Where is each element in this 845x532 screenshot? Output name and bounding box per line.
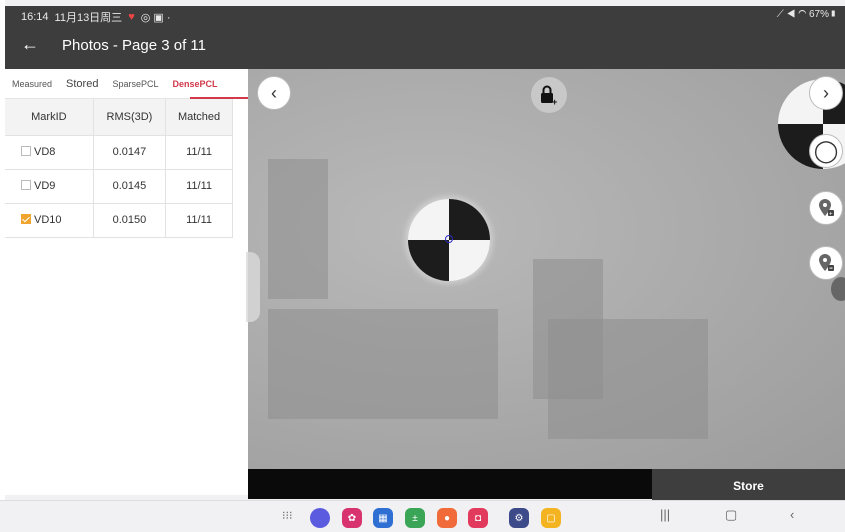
photo-viewer[interactable]: ‹ + › ◯ + xyxy=(248,69,845,469)
mark-id-cell: VD9 xyxy=(5,169,94,204)
marks-table: MarkID RMS(3D) Matched VD8 0.0147 11/11 … xyxy=(5,99,233,238)
system-taskbar: ⁝⁝⁝ ✿ ▦ ± ● ◘ ⚙ ▢ ||| ▢ ‹ xyxy=(0,500,845,532)
mark-id: VD9 xyxy=(34,180,56,192)
notification-icons: ♥ xyxy=(128,11,135,23)
table-header: MarkID RMS(3D) Matched xyxy=(5,99,233,136)
app-drawer-icon[interactable]: ⁝⁝⁝ xyxy=(282,509,293,522)
table-row[interactable]: VD10 0.0150 11/11 xyxy=(5,203,233,238)
contacts-app-icon[interactable]: ● xyxy=(437,508,457,528)
camera-app-icon[interactable]: ◘ xyxy=(468,508,488,528)
mark-id: VD8 xyxy=(34,146,56,158)
marks-panel: Measured Stored SparsePCL DensePCL MarkI… xyxy=(5,69,248,495)
matched-cell: 11/11 xyxy=(165,169,233,204)
svg-text:+: + xyxy=(829,212,833,218)
mark-id-cell: VD8 xyxy=(5,135,94,170)
target-center-marker[interactable] xyxy=(445,235,453,243)
rms-cell: 0.0147 xyxy=(93,135,167,170)
settings-app-icon[interactable]: ⚙ xyxy=(509,508,529,528)
chevron-left-icon[interactable]: ‹ xyxy=(257,76,291,110)
home-icon[interactable]: ▢ xyxy=(725,507,737,523)
rms-cell: 0.0150 xyxy=(93,203,167,238)
rms-cell: 0.0145 xyxy=(93,169,167,204)
chevron-right-icon[interactable]: › xyxy=(809,76,843,110)
notification-icons-2: ◎ ▣ · xyxy=(140,11,171,24)
table-row[interactable]: VD8 0.0147 11/11 xyxy=(5,135,233,170)
recent-apps-icon[interactable]: ||| xyxy=(660,507,670,522)
image-shadow xyxy=(268,309,498,419)
matched-cell: 11/11 xyxy=(165,135,233,170)
column-markid: MarkID xyxy=(5,99,94,136)
notes-app-icon[interactable]: ▢ xyxy=(541,508,561,528)
lock-add-icon[interactable]: + xyxy=(531,77,567,113)
remove-point-icon[interactable] xyxy=(809,246,843,280)
calendar-app-icon[interactable]: ▦ xyxy=(373,508,393,528)
tab-bar: Measured Stored SparsePCL DensePCL xyxy=(5,69,248,99)
status-right: ⟋ ◀ ◠ 67%▮ xyxy=(777,9,837,20)
gallery-app-icon[interactable]: ✿ xyxy=(342,508,362,528)
image-shadow xyxy=(548,319,708,439)
row-checkbox[interactable] xyxy=(21,180,31,190)
table-row[interactable]: VD9 0.0145 11/11 xyxy=(5,169,233,204)
back-nav-icon[interactable]: ‹ xyxy=(790,507,794,522)
header-bar: 16:14 11月13日周三 ♥ ◎ ▣ · ⟋ ◀ ◠ 67%▮ ← Phot… xyxy=(5,6,845,69)
image-shadow xyxy=(268,159,328,299)
page-title: Photos - Page 3 of 11 xyxy=(62,37,206,54)
signal-icon: ⟋ ◀ ◠ xyxy=(776,9,809,20)
tab-measured[interactable]: Measured xyxy=(5,79,59,89)
tab-sparsepcl[interactable]: SparsePCL xyxy=(105,79,165,89)
row-checkbox-checked[interactable] xyxy=(21,214,31,224)
column-rms: RMS(3D) xyxy=(93,99,167,136)
status-date: 11月13日周三 xyxy=(54,12,123,24)
row-checkbox[interactable] xyxy=(21,146,31,156)
internet-app-icon[interactable] xyxy=(310,508,330,528)
lasso-icon[interactable]: ◯ xyxy=(809,134,843,168)
add-point-icon[interactable]: + xyxy=(809,191,843,225)
calculator-app-icon[interactable]: ± xyxy=(405,508,425,528)
battery-icon: ▮ xyxy=(829,9,837,20)
store-button[interactable]: Store xyxy=(652,469,845,502)
edit-handle-icon[interactable] xyxy=(831,277,845,301)
panel-collapse-handle[interactable] xyxy=(246,252,260,322)
battery-level: 67% xyxy=(808,9,829,20)
mark-id: VD10 xyxy=(34,214,62,226)
column-matched: Matched xyxy=(165,99,233,136)
status-bar: 16:14 11月13日周三 ♥ ◎ ▣ · xyxy=(21,9,171,25)
mark-id-cell: VD10 xyxy=(5,203,94,238)
arrow-left-icon[interactable]: ← xyxy=(21,35,39,53)
svg-text:+: + xyxy=(552,97,557,106)
status-time: 16:14 xyxy=(21,11,49,23)
active-tab-indicator xyxy=(190,97,248,99)
matched-cell: 11/11 xyxy=(165,203,233,238)
tab-stored[interactable]: Stored xyxy=(59,78,105,90)
tab-densepcl[interactable]: DensePCL xyxy=(165,79,224,89)
